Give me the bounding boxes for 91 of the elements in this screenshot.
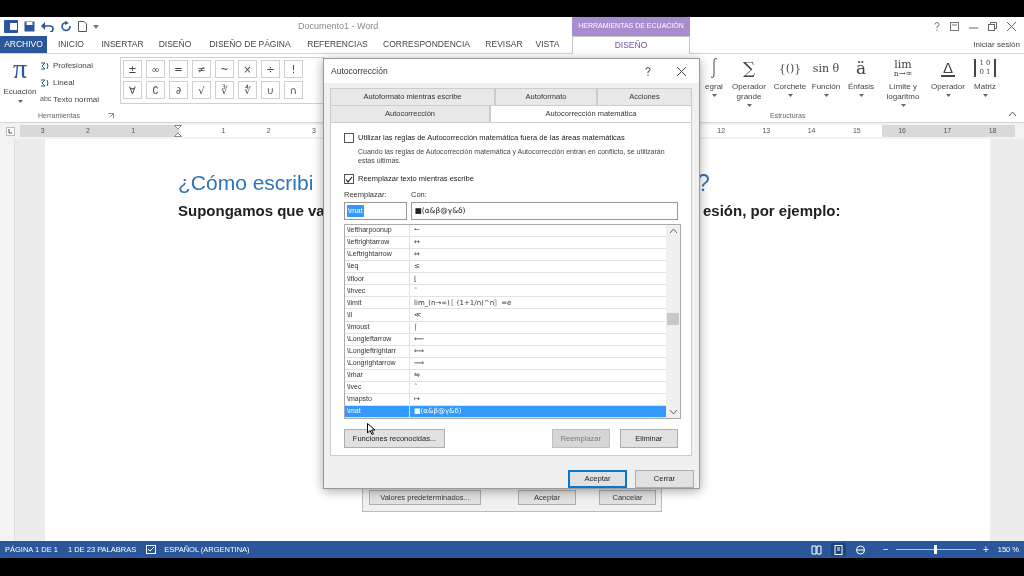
format-option[interactable]: Lineal (40, 74, 100, 91)
structure-glyph: ∑ (742, 59, 756, 77)
read-view-icon (810, 543, 824, 556)
symbol-button[interactable]: ! (284, 60, 303, 78)
caret-icon (858, 94, 864, 97)
symbol-button[interactable]: ∁ (146, 81, 165, 99)
mouse-pointer-icon (367, 423, 375, 435)
structure-button[interactable]: lim n→∞ Límite y logaritmo (879, 54, 927, 110)
window-title: Documento1 - Word (297, 19, 380, 33)
symbol-button[interactable]: ± (123, 60, 142, 78)
caret-icon (945, 94, 951, 97)
zoom-out-button[interactable]: − (883, 542, 889, 557)
caret-icon[interactable] (1009, 112, 1016, 116)
symbol-button[interactable]: ∪ (261, 81, 280, 99)
caret-icon (787, 94, 793, 97)
structure-glyph: Δ (941, 59, 955, 77)
checkmark-icon (345, 175, 353, 183)
structure-button[interactable]: ä Énfasis (843, 54, 879, 110)
caret-icon (17, 100, 23, 103)
ribbon-display-icon (950, 22, 959, 31)
ribbon-tab[interactable]: DISEÑO (150, 36, 200, 53)
view-button[interactable] (809, 543, 825, 556)
caret-icon (746, 104, 752, 107)
redo-icon (61, 21, 72, 32)
structure-button[interactable]: sin θ Función (809, 54, 843, 110)
close-icon (1007, 22, 1016, 31)
format-option[interactable]: Profesional (40, 57, 100, 74)
structure-glyph: sin θ (812, 62, 840, 74)
scroll-up-icon (669, 229, 677, 233)
symbol-button[interactable]: √ (192, 81, 211, 99)
document-paragraph: esión, por ejemplo: (703, 201, 841, 221)
symbol-button[interactable]: ∀ (123, 81, 142, 99)
view-button[interactable] (831, 543, 847, 556)
symbol-button[interactable]: ∛ (215, 81, 234, 99)
integral-icon (708, 57, 720, 79)
caret-icon (711, 94, 717, 97)
symbol-button[interactable]: ∞ (146, 60, 165, 78)
caret-icon (93, 24, 99, 29)
scroll-down-icon (669, 410, 677, 414)
ribbon-tab[interactable]: DISEÑO DE PÁGINA (200, 36, 300, 53)
structure-button[interactable]: Δ Operador (927, 54, 969, 110)
formula-icon (40, 60, 51, 71)
symbol-button[interactable]: × (238, 60, 257, 78)
ribbon-tab[interactable]: ARCHIVO (0, 36, 47, 53)
symbol-button[interactable]: ∜ (238, 81, 257, 99)
zoom-in-button[interactable]: + (982, 542, 989, 557)
help-icon (934, 22, 940, 31)
structure-button[interactable]: {()} Corchete (771, 54, 809, 110)
ribbon-tab[interactable]: VISTA (530, 36, 565, 53)
slider-thumb[interactable] (934, 545, 938, 554)
symbol-button[interactable]: ÷ (261, 60, 280, 78)
proofing-icon[interactable] (146, 545, 157, 554)
caret-icon (982, 94, 988, 97)
tab-selector-icon[interactable] (6, 126, 15, 136)
symbol-button[interactable]: ~ (215, 60, 234, 78)
structure-glyph: {()} (778, 62, 802, 74)
structure-button[interactable]: ∑ Operador grande (727, 54, 771, 110)
symbol-button[interactable]: ∩ (284, 81, 303, 99)
web-view-icon (854, 543, 868, 556)
equation-button[interactable]: π Ecuación (0, 54, 40, 110)
caret-icon (900, 104, 906, 107)
undo-icon (41, 21, 55, 32)
checkbox[interactable] (344, 132, 354, 143)
word-logo-icon (4, 20, 18, 33)
document-heading: ¿Cómo escribi (178, 170, 314, 196)
ribbon-tab[interactable]: REFERENCIAS (300, 36, 375, 53)
ribbon-tab[interactable]: REVISAR (478, 36, 530, 53)
symbol-button[interactable]: ∂ (169, 81, 188, 99)
new-document-icon (78, 21, 87, 32)
caret-icon (823, 94, 829, 97)
restore-icon (988, 22, 997, 31)
ribbon-tab[interactable]: INICIO (47, 36, 95, 53)
scrollbar[interactable] (666, 225, 680, 418)
formula-icon (40, 77, 51, 88)
dialog-title: Autocorrección (331, 64, 388, 78)
structure-button[interactable]: egral (701, 54, 727, 110)
dialog-launcher-icon[interactable] (108, 113, 114, 119)
print-view-icon (832, 543, 846, 556)
structure-glyph: lim n→∞ (893, 58, 913, 78)
ribbon-tab[interactable]: INSERTAR (95, 36, 150, 53)
symbol-button[interactable]: = (169, 60, 188, 78)
ribbon-tab[interactable]: CORRESPONDENCIA (375, 36, 478, 53)
structure-glyph: ä (855, 59, 867, 77)
scrollbar-thumb[interactable] (667, 313, 679, 325)
help-icon[interactable] (645, 66, 651, 76)
close-icon[interactable] (677, 66, 686, 76)
symbol-button[interactable]: ≠ (192, 60, 211, 78)
sign-in-link[interactable]: Iniciar sesión (973, 38, 1020, 51)
checkbox[interactable] (344, 174, 354, 184)
ribbon-tab[interactable]: DISEÑO (572, 36, 690, 54)
save-icon (24, 21, 35, 32)
